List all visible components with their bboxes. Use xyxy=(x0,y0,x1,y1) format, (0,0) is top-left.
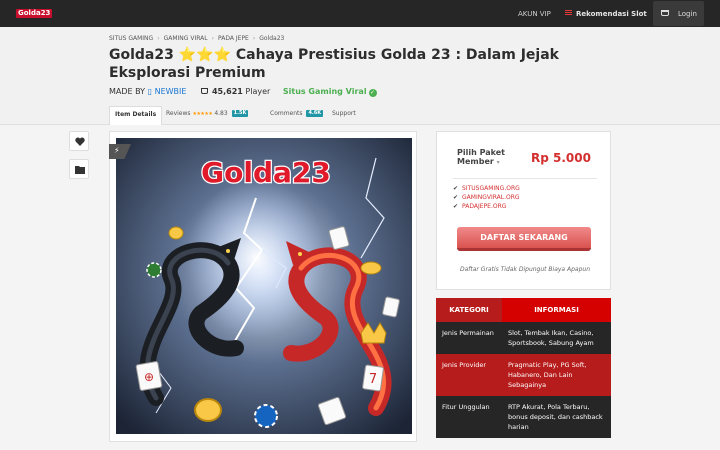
product-image-panel: Golda23 ⊕ 7 xyxy=(109,131,417,442)
package-select[interactable]: Pilih Paket Member ▾ xyxy=(457,148,517,167)
verified-check-icon: ✓ xyxy=(368,89,377,97)
svg-text:⊕: ⊕ xyxy=(144,370,154,384)
favorite-button[interactable] xyxy=(69,131,89,151)
table-cell-key: Jenis Permainan xyxy=(436,322,502,354)
site-logo[interactable]: Golda23 xyxy=(16,9,53,18)
breadcrumb-item[interactable]: GAMING VIRAL xyxy=(164,35,208,42)
breadcrumb-item[interactable]: Golda23 xyxy=(259,35,284,42)
site-link[interactable]: ✔ SITUSGAMING.ORG xyxy=(453,184,520,193)
daftar-sekarang-button[interactable]: DAFTAR SEKARANG xyxy=(457,227,591,251)
table-row: Fitur Unggulan RTP Akurat, Pola Terbaru,… xyxy=(436,396,611,438)
product-image[interactable]: Golda23 ⊕ 7 xyxy=(116,138,412,434)
login-label: Login xyxy=(678,10,697,18)
table-header: INFORMASI xyxy=(502,298,611,322)
viral-label: Situs Gaming Viral xyxy=(282,87,367,96)
player-count: 45,621 xyxy=(211,87,243,96)
table-row: Jenis Permainan Slot, Tembak Ikan, Casin… xyxy=(436,322,611,354)
site-link[interactable]: ✔ PADAJEPE.ORG xyxy=(453,202,520,211)
table-cell-value: Slot, Tembak Ikan, Casino, Sportsbook, S… xyxy=(502,322,611,354)
nav-akun-vip[interactable]: AKUN VIP xyxy=(518,9,551,19)
comments-count-badge: 4.6K xyxy=(306,110,324,117)
check-icon: ✔ xyxy=(453,203,459,210)
tab-comments[interactable]: Comments 4.6K xyxy=(270,106,324,125)
site-link[interactable]: ✔ GAMINGVIRAL.ORG xyxy=(453,193,520,202)
check-icon: ✔ xyxy=(453,194,459,201)
svg-text:7: 7 xyxy=(369,372,377,387)
divider xyxy=(453,178,597,179)
menu-icon xyxy=(565,10,572,15)
price: Rp 5.000 xyxy=(531,151,591,165)
breadcrumb-item[interactable]: PADA JEPE xyxy=(218,35,249,42)
purchase-card: Pilih Paket Member ▾ Rp 5.000 ✔ SITUSGAMI… xyxy=(436,131,611,290)
tab-item-details[interactable]: Item Details xyxy=(109,106,163,125)
table-cell-key: Fitur Unggulan xyxy=(436,396,502,438)
table-row: Jenis Provider Pragmatic Play, PG Soft, … xyxy=(436,354,611,396)
folder-icon xyxy=(75,166,85,174)
lightning-icon: ⚡ xyxy=(114,146,120,155)
cta-note: Daftar Gratis Tidak Dipungut Biaya Apapu… xyxy=(459,266,591,273)
top-navbar: Golda23 AKUN VIP Rekomendasi Slot Login xyxy=(0,0,720,27)
author-link[interactable]: ▯ NEWBIE xyxy=(148,87,187,96)
reviews-count-badge: 1.5K xyxy=(231,110,249,117)
info-table: KATEGORI INFORMASI Jenis Permainan Slot,… xyxy=(436,298,611,438)
check-icon: ✔ xyxy=(453,185,459,192)
breadcrumb-item[interactable]: SITUS GAMING xyxy=(109,35,153,42)
nav-rekomendasi-label: Rekomendasi Slot xyxy=(576,10,647,18)
cart-icon xyxy=(661,10,669,16)
player-label: Player xyxy=(245,87,271,96)
heart-icon xyxy=(75,137,85,146)
breadcrumb: SITUS GAMING › GAMING VIRAL › PADA JEPE › Gold… xyxy=(109,35,285,42)
collection-button[interactable] xyxy=(69,159,89,179)
table-cell-value: Pragmatic Play, PG Soft, Habanero, Dan L… xyxy=(502,354,611,396)
page-title: Golda23 ⭐⭐⭐ Cahaya Prestisius Golda 23 :… xyxy=(109,47,559,81)
product-meta: MADE BY ▯ NEWBIE 45,621 Player Situs Gam… xyxy=(109,86,377,97)
table-cell-value: RTP Akurat, Pola Terbaru, bonus deposit,… xyxy=(502,396,611,438)
table-header: KATEGORI xyxy=(436,298,502,322)
tab-reviews[interactable]: Reviews ★★★★★ 4.83 1.5K xyxy=(166,106,249,125)
cart-icon xyxy=(200,88,208,94)
tab-support[interactable]: Support xyxy=(332,106,356,125)
made-by-label: MADE BY xyxy=(109,87,146,96)
image-brand-text: Golda23 xyxy=(201,156,331,189)
nav-rekomendasi-slot[interactable]: Rekomendasi Slot xyxy=(565,9,647,19)
caret-down-icon: ▾ xyxy=(496,159,500,166)
rating-value: 4.83 xyxy=(214,110,228,117)
rating-stars-icon: ★★★★★ xyxy=(192,111,213,117)
site-links: ✔ SITUSGAMING.ORG ✔ GAMINGVIRAL.ORG ✔ PADAJ… xyxy=(453,184,520,211)
login-button[interactable]: Login xyxy=(653,1,704,26)
table-cell-key: Jenis Provider xyxy=(436,354,502,396)
